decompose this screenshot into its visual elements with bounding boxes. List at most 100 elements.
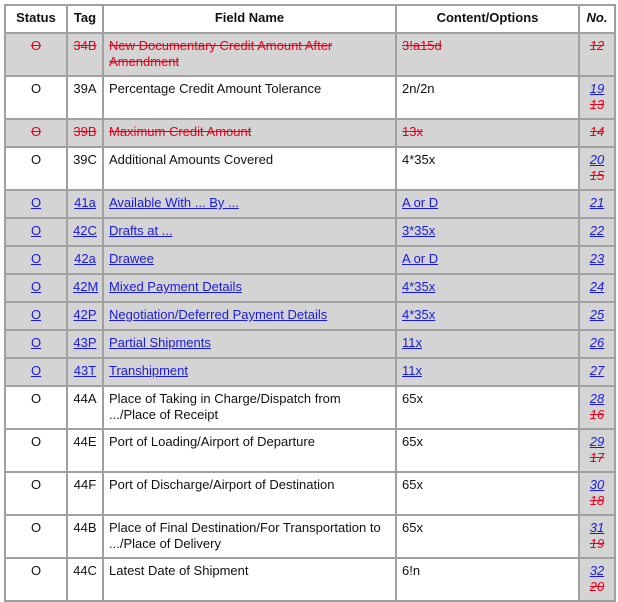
table-row: O 44B Place of Final Destination/For Trans…	[4, 514, 616, 559]
fields-table: Status Tag Field Name Content/Options No…	[4, 4, 616, 602]
tag-cell-link[interactable]: 41a	[74, 195, 96, 210]
table-row: O 42P Negotiation/Deferred Payment Details…	[4, 301, 616, 331]
no-link[interactable]: 22	[585, 223, 609, 239]
status-cell-link[interactable]: O	[31, 279, 41, 294]
header-tag: Tag	[66, 4, 104, 34]
tag-cell: 44E	[66, 428, 104, 473]
status-cell-link[interactable]: O	[31, 307, 41, 322]
no-link[interactable]: 30	[585, 477, 609, 493]
no-cell: 27	[578, 357, 616, 387]
field-name-cell-link[interactable]: Negotiation/Deferred Payment Details	[109, 307, 327, 322]
no-link[interactable]: 26	[585, 335, 609, 351]
table-row: O 44E Port of Loading/Airport of Departure…	[4, 428, 616, 473]
content-cell: A or D	[395, 245, 580, 275]
no-link[interactable]: 19	[585, 81, 609, 97]
no-link[interactable]: 23	[585, 251, 609, 267]
no-cell: 25	[578, 301, 616, 331]
no-link[interactable]: 21	[585, 195, 609, 211]
tag-cell-link[interactable]: 42a	[74, 251, 96, 266]
status-cell: O	[4, 357, 68, 387]
field-name-cell-link[interactable]: Partial Shipments	[109, 335, 211, 350]
old-no: 17	[589, 450, 605, 465]
tag-cell: 34B	[66, 32, 104, 77]
table-row: O 39B Maximum Credit Amount 13x 14	[4, 118, 616, 148]
content-cell: 65x	[395, 514, 580, 559]
no-link[interactable]: 28	[585, 391, 609, 407]
content-cell: 65x	[395, 428, 580, 473]
content-cell-link[interactable]: 3*35x	[402, 223, 435, 238]
no-link[interactable]: 29	[585, 434, 609, 450]
tag-cell-link[interactable]: 42P	[73, 307, 96, 322]
status-cell: O	[4, 189, 68, 219]
tag-cell-link[interactable]: 42M	[73, 279, 98, 294]
content-cell: 3!a15d	[395, 32, 580, 77]
status-cell: O	[4, 301, 68, 331]
old-no: 15	[589, 168, 605, 183]
status-cell-link[interactable]: O	[31, 223, 41, 238]
no-link[interactable]: 32	[585, 563, 609, 579]
header-row: Status Tag Field Name Content/Options No…	[4, 4, 616, 34]
table-row: O 42M Mixed Payment Details 4*35x 24	[4, 273, 616, 303]
tag-cell: 42M	[66, 273, 104, 303]
tag-cell: 39C	[66, 146, 104, 191]
tag-cell-link[interactable]: 42C	[73, 223, 97, 238]
content-cell-link[interactable]: A or D	[402, 251, 438, 266]
status-cell-link[interactable]: O	[31, 195, 41, 210]
content-cell-link[interactable]: 11x	[402, 335, 422, 350]
status-cell-link[interactable]: O	[31, 335, 41, 350]
field-name-cell-link[interactable]: Drawee	[109, 251, 154, 266]
no-link[interactable]: 31	[585, 520, 609, 536]
status-cell: O	[4, 146, 68, 191]
tag-cell-link[interactable]: 43T	[74, 363, 96, 378]
no-link[interactable]: 25	[585, 307, 609, 323]
header-field-name: Field Name	[102, 4, 397, 34]
content-cell: 13x	[395, 118, 580, 148]
status-cell: O	[4, 118, 68, 148]
no-cell: 31 19	[578, 514, 616, 559]
table-row: O 42a Drawee A or D 23	[4, 245, 616, 275]
field-name-cell: Percentage Credit Amount Tolerance	[102, 75, 397, 120]
no-cell: 26	[578, 329, 616, 359]
table-row: O 42C Drafts at ... 3*35x 22	[4, 217, 616, 247]
no-cell: 12	[578, 32, 616, 77]
content-cell-link[interactable]: 4*35x	[402, 279, 435, 294]
table-row: O 44C Latest Date of Shipment 6!n 32 20	[4, 557, 616, 602]
tag-cell: 42a	[66, 245, 104, 275]
status-cell: O	[4, 245, 68, 275]
status-cell: O	[4, 32, 68, 77]
status-cell-link[interactable]: O	[31, 251, 41, 266]
no-link[interactable]: 24	[585, 279, 609, 295]
no-cell: 21	[578, 189, 616, 219]
no-link[interactable]: 20	[585, 152, 609, 168]
no-cell: 20 15	[578, 146, 616, 191]
field-name-cell: Additional Amounts Covered	[102, 146, 397, 191]
tag-cell: 44F	[66, 471, 104, 516]
field-name-cell-link[interactable]: Mixed Payment Details	[109, 279, 242, 294]
table-row: O 43P Partial Shipments 11x 26	[4, 329, 616, 359]
table-row: O 43T Transhipment 11x 27	[4, 357, 616, 387]
tag-cell-link[interactable]: 43P	[73, 335, 96, 350]
content-cell-link[interactable]: A or D	[402, 195, 438, 210]
content-cell-link[interactable]: 4*35x	[402, 307, 435, 322]
field-name-cell-link[interactable]: Available With ... By ...	[109, 195, 239, 210]
content-cell: 4*35x	[395, 146, 580, 191]
field-name-cell: Drafts at ...	[102, 217, 397, 247]
status-cell: O	[4, 273, 68, 303]
field-name-cell: Place of Taking in Charge/Dispatch from …	[102, 385, 397, 430]
table-row: O 34B New Documentary Credit Amount After …	[4, 32, 616, 77]
status-cell-link[interactable]: O	[31, 363, 41, 378]
content-cell: 2n/2n	[395, 75, 580, 120]
header-no: No.	[578, 4, 616, 34]
no-link[interactable]: 27	[585, 363, 609, 379]
content-cell-link[interactable]: 11x	[402, 363, 422, 378]
header-status: Status	[4, 4, 68, 34]
field-name-cell: Transhipment	[102, 357, 397, 387]
old-no: 19	[589, 536, 605, 551]
field-name-cell-link[interactable]: Drafts at ...	[109, 223, 173, 238]
tag-cell: 39A	[66, 75, 104, 120]
table-row: O 44A Place of Taking in Charge/Dispatch f…	[4, 385, 616, 430]
content-cell: 11x	[395, 329, 580, 359]
status-cell: O	[4, 471, 68, 516]
content-cell: 4*35x	[395, 301, 580, 331]
field-name-cell-link[interactable]: Transhipment	[109, 363, 188, 378]
